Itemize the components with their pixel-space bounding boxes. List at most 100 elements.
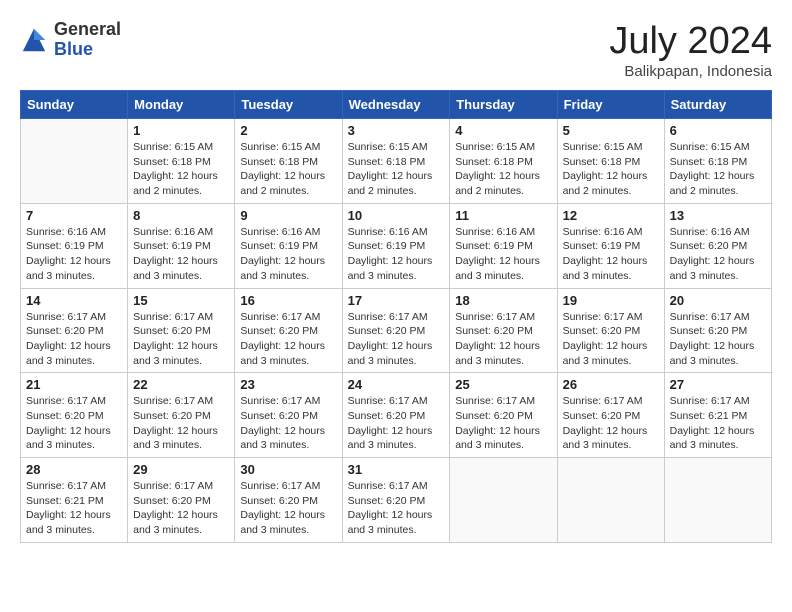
day-info: Sunrise: 6:17 AM Sunset: 6:20 PM Dayligh…: [563, 394, 659, 453]
calendar-cell: [664, 458, 771, 543]
calendar-body: 1 Sunrise: 6:15 AM Sunset: 6:18 PM Daylig…: [21, 119, 772, 543]
col-friday: Friday: [557, 91, 664, 119]
calendar-cell: 20 Sunrise: 6:17 AM Sunset: 6:20 PM Dayli…: [664, 288, 771, 373]
day-number: 15: [133, 293, 229, 308]
col-saturday: Saturday: [664, 91, 771, 119]
calendar-cell: [21, 119, 128, 204]
day-number: 5: [563, 123, 659, 138]
calendar-cell: 17 Sunrise: 6:17 AM Sunset: 6:20 PM Dayli…: [342, 288, 450, 373]
day-info: Sunrise: 6:15 AM Sunset: 6:18 PM Dayligh…: [240, 140, 336, 199]
calendar-week-row: 7 Sunrise: 6:16 AM Sunset: 6:19 PM Daylig…: [21, 203, 772, 288]
day-info: Sunrise: 6:17 AM Sunset: 6:20 PM Dayligh…: [26, 394, 122, 453]
calendar-cell: 31Sunrise: 6:17 AM Sunset: 6:20 PM Dayli…: [342, 458, 450, 543]
title-block: July 2024 Balikpapan, Indonesia: [609, 20, 772, 80]
col-monday: Monday: [128, 91, 235, 119]
day-number: 1: [133, 123, 229, 138]
day-number: 27: [670, 377, 766, 392]
day-number: 4: [455, 123, 551, 138]
calendar-cell: 9 Sunrise: 6:16 AM Sunset: 6:19 PM Daylig…: [235, 203, 342, 288]
day-info: Sunrise: 6:15 AM Sunset: 6:18 PM Dayligh…: [455, 140, 551, 199]
day-number: 17: [348, 293, 445, 308]
day-info: Sunrise: 6:17 AM Sunset: 6:20 PM Dayligh…: [133, 479, 229, 538]
calendar-cell: 19 Sunrise: 6:17 AM Sunset: 6:20 PM Dayli…: [557, 288, 664, 373]
calendar-cell: 18 Sunrise: 6:17 AM Sunset: 6:20 PM Dayli…: [450, 288, 557, 373]
calendar-header: Sunday Monday Tuesday Wednesday Thursday…: [21, 91, 772, 119]
day-number: 3: [348, 123, 445, 138]
day-info: Sunrise: 6:16 AM Sunset: 6:19 PM Dayligh…: [240, 225, 336, 284]
day-info: Sunrise: 6:17 AM Sunset: 6:20 PM Dayligh…: [455, 310, 551, 369]
col-thursday: Thursday: [450, 91, 557, 119]
calendar-cell: 3 Sunrise: 6:15 AM Sunset: 6:18 PM Daylig…: [342, 119, 450, 204]
header-row: Sunday Monday Tuesday Wednesday Thursday…: [21, 91, 772, 119]
day-info: Sunrise: 6:17 AM Sunset: 6:20 PM Dayligh…: [348, 310, 445, 369]
day-info: Sunrise: 6:17 AM Sunset: 6:20 PM Dayligh…: [26, 310, 122, 369]
day-info: Sunrise: 6:17 AM Sunset: 6:20 PM Dayligh…: [240, 479, 336, 538]
day-info: Sunrise: 6:16 AM Sunset: 6:19 PM Dayligh…: [133, 225, 229, 284]
day-number: 14: [26, 293, 122, 308]
calendar-week-row: 28 Sunrise: 6:17 AM Sunset: 6:21 PM Dayli…: [21, 458, 772, 543]
calendar-cell: [557, 458, 664, 543]
calendar-week-row: 21 Sunrise: 6:17 AM Sunset: 6:20 PM Dayli…: [21, 373, 772, 458]
day-info: Sunrise: 6:15 AM Sunset: 6:18 PM Dayligh…: [133, 140, 229, 199]
day-number: 25: [455, 377, 551, 392]
day-number: 11: [455, 208, 551, 223]
day-info: Sunrise: 6:16 AM Sunset: 6:20 PM Dayligh…: [670, 225, 766, 284]
month-title: July 2024: [609, 20, 772, 63]
day-number: 20: [670, 293, 766, 308]
day-number: 12: [563, 208, 659, 223]
col-wednesday: Wednesday: [342, 91, 450, 119]
day-number: 2: [240, 123, 336, 138]
day-number: 22: [133, 377, 229, 392]
day-info: Sunrise: 6:17 AM Sunset: 6:20 PM Dayligh…: [670, 310, 766, 369]
day-info: Sunrise: 6:17 AM Sunset: 6:20 PM Dayligh…: [563, 310, 659, 369]
day-number: 8: [133, 208, 229, 223]
calendar-cell: 29 Sunrise: 6:17 AM Sunset: 6:20 PM Dayli…: [128, 458, 235, 543]
day-number: 10: [348, 208, 445, 223]
calendar-cell: 12 Sunrise: 6:16 AM Sunset: 6:19 PM Dayli…: [557, 203, 664, 288]
day-info: Sunrise: 6:16 AM Sunset: 6:19 PM Dayligh…: [348, 225, 445, 284]
logo-blue: Blue: [54, 40, 121, 60]
day-info: Sunrise: 6:17 AM Sunset: 6:20 PM Dayligh…: [455, 394, 551, 453]
day-info: Sunrise: 6:17 AM Sunset: 6:20 PM Dayligh…: [240, 310, 336, 369]
day-number: 30: [240, 462, 336, 477]
day-info: Sunrise: 6:15 AM Sunset: 6:18 PM Dayligh…: [563, 140, 659, 199]
calendar-cell: 22 Sunrise: 6:17 AM Sunset: 6:20 PM Dayli…: [128, 373, 235, 458]
logo: General Blue: [20, 20, 121, 60]
day-number: 21: [26, 377, 122, 392]
day-number: 7: [26, 208, 122, 223]
day-info: Sunrise: 6:17 AM Sunset: 6:21 PM Dayligh…: [26, 479, 122, 538]
day-number: 31: [348, 462, 445, 477]
day-number: 26: [563, 377, 659, 392]
calendar-cell: 25 Sunrise: 6:17 AM Sunset: 6:20 PM Dayli…: [450, 373, 557, 458]
day-info: Sunrise: 6:17 AM Sunset: 6:21 PM Dayligh…: [670, 394, 766, 453]
col-tuesday: Tuesday: [235, 91, 342, 119]
day-info: Sunrise: 6:15 AM Sunset: 6:18 PM Dayligh…: [348, 140, 445, 199]
day-number: 18: [455, 293, 551, 308]
calendar-cell: 21 Sunrise: 6:17 AM Sunset: 6:20 PM Dayli…: [21, 373, 128, 458]
page-header: General Blue July 2024 Balikpapan, Indon…: [20, 20, 772, 80]
day-number: 9: [240, 208, 336, 223]
logo-text: General Blue: [54, 20, 121, 60]
calendar-cell: [450, 458, 557, 543]
calendar-cell: 4 Sunrise: 6:15 AM Sunset: 6:18 PM Daylig…: [450, 119, 557, 204]
day-number: 19: [563, 293, 659, 308]
day-info: Sunrise: 6:17 AM Sunset: 6:20 PM Dayligh…: [133, 394, 229, 453]
day-number: 29: [133, 462, 229, 477]
calendar-cell: 7Sunrise: 6:16 AM Sunset: 6:19 PM Daylig…: [21, 203, 128, 288]
calendar-cell: 27 Sunrise: 6:17 AM Sunset: 6:21 PM Dayli…: [664, 373, 771, 458]
day-number: 16: [240, 293, 336, 308]
day-number: 6: [670, 123, 766, 138]
calendar: Sunday Monday Tuesday Wednesday Thursday…: [20, 90, 772, 543]
calendar-cell: 10 Sunrise: 6:16 AM Sunset: 6:19 PM Dayli…: [342, 203, 450, 288]
calendar-cell: 16 Sunrise: 6:17 AM Sunset: 6:20 PM Dayli…: [235, 288, 342, 373]
day-info: Sunrise: 6:16 AM Sunset: 6:19 PM Dayligh…: [563, 225, 659, 284]
calendar-cell: 23Sunrise: 6:17 AM Sunset: 6:20 PM Dayli…: [235, 373, 342, 458]
calendar-cell: 5 Sunrise: 6:15 AM Sunset: 6:18 PM Daylig…: [557, 119, 664, 204]
day-info: Sunrise: 6:17 AM Sunset: 6:20 PM Dayligh…: [348, 394, 445, 453]
calendar-week-row: 14 Sunrise: 6:17 AM Sunset: 6:20 PM Dayli…: [21, 288, 772, 373]
calendar-cell: 8 Sunrise: 6:16 AM Sunset: 6:19 PM Daylig…: [128, 203, 235, 288]
calendar-cell: 28 Sunrise: 6:17 AM Sunset: 6:21 PM Dayli…: [21, 458, 128, 543]
calendar-cell: 30 Sunrise: 6:17 AM Sunset: 6:20 PM Dayli…: [235, 458, 342, 543]
day-number: 28: [26, 462, 122, 477]
logo-general: General: [54, 20, 121, 40]
